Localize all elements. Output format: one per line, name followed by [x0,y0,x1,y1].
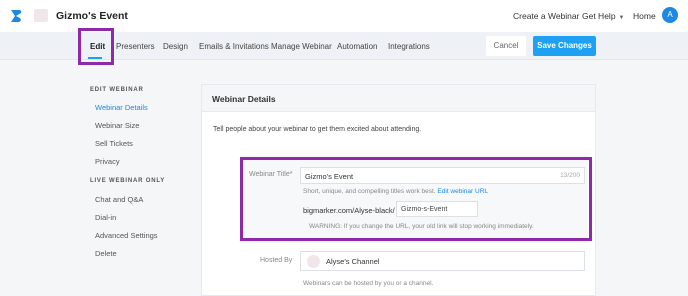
tab-design[interactable]: Design [163,42,188,51]
sidebar-heading-edit: EDIT WEBINAR [90,87,144,93]
create-webinar-link[interactable]: Create a Webinar [513,11,579,21]
tab-integrations[interactable]: Integrations [388,42,430,51]
channel-name: Alyse's Channel [326,257,380,266]
sidebar-item-sell-tickets[interactable]: Sell Tickets [95,139,133,148]
sidebar-item-privacy[interactable]: Privacy [95,157,120,166]
channel-avatar [307,255,320,268]
hosted-by-label: Hosted By [260,257,293,264]
cancel-button[interactable]: Cancel [486,36,526,56]
sidebar-item-webinar-details[interactable]: Webinar Details [95,103,148,112]
tab-presenters[interactable]: Presenters [116,42,155,51]
tab-manage-webinar[interactable]: Manage Webinar [271,42,332,51]
sidebar-heading-live: LIVE WEBINAR ONLY [90,178,166,184]
tab-automation[interactable]: Automation [337,42,377,51]
home-link[interactable]: Home [633,11,656,21]
sidebar-item-delete[interactable]: Delete [95,249,117,258]
hosted-by-hint: Webinars can be hosted by you or a chann… [303,280,434,287]
event-thumbnail [34,9,48,22]
hosted-by-select[interactable]: Alyse's Channel [300,251,585,271]
user-avatar[interactable]: A [662,7,678,23]
chevron-down-icon: ▼ [618,15,625,21]
sidebar-item-dial-in[interactable]: Dial-in [95,213,116,222]
sidebar-item-webinar-size[interactable]: Webinar Size [95,121,139,130]
webinar-details-panel: Webinar Details Tell people about your w… [201,84,596,296]
bigmarker-logo-icon[interactable] [9,8,23,24]
save-changes-button[interactable]: Save Changes [533,36,596,56]
get-help-menu[interactable]: Get Help ▼ [582,11,625,21]
panel-title: Webinar Details [212,94,276,104]
title-highlight-box [240,157,592,241]
panel-description: Tell people about your webinar to get th… [213,126,422,133]
event-title: Gizmo's Event [56,10,128,22]
tab-emails-invitations[interactable]: Emails & Invitations [199,42,269,51]
edit-tab-highlight [78,28,114,65]
sidebar-item-advanced-settings[interactable]: Advanced Settings [95,231,158,240]
panel-header: Webinar Details [202,85,595,112]
get-help-label: Get Help [582,11,616,21]
sidebar-item-chat-qa[interactable]: Chat and Q&A [95,195,143,204]
